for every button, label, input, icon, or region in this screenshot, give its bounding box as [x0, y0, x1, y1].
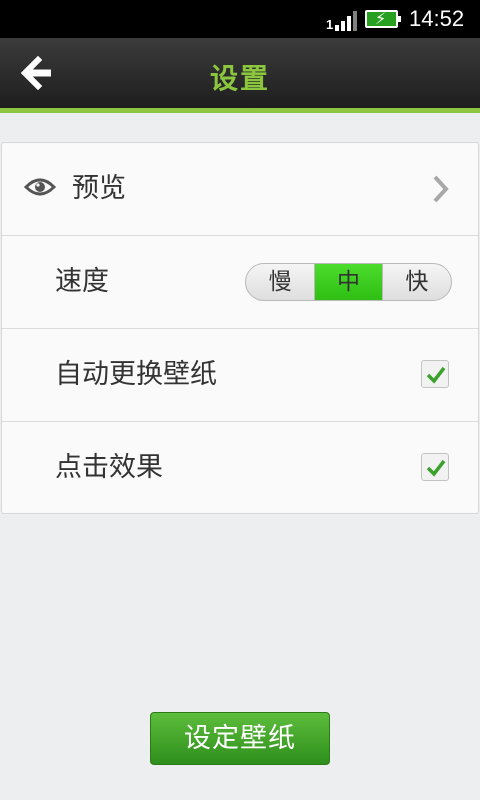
tap-effect-label: 点击效果 — [55, 452, 163, 483]
speed-option-fast[interactable]: 快 — [383, 264, 451, 300]
speed-option-medium[interactable]: 中 — [314, 264, 383, 300]
tap-effect-row[interactable]: 点击效果 — [2, 422, 478, 515]
signal-strength-icon: 1 — [326, 9, 360, 31]
chevron-right-icon — [433, 175, 449, 203]
speed-option-slow[interactable]: 慢 — [246, 264, 314, 300]
eye-icon — [24, 178, 56, 196]
speed-segmented-control: 慢 中 快 — [245, 263, 452, 301]
preview-label: 预览 — [72, 173, 126, 204]
auto-change-checkbox[interactable] — [421, 360, 449, 388]
tap-effect-checkbox[interactable] — [421, 453, 449, 481]
checkmark-icon — [426, 459, 446, 477]
title-bar: 设置 — [0, 38, 480, 108]
settings-list: 预览 速度 慢 中 快 自动更换壁纸 点击效果 — [1, 142, 479, 514]
signal-label: 1 — [326, 17, 334, 32]
preview-row[interactable]: 预览 — [2, 143, 478, 236]
set-wallpaper-button[interactable]: 设定壁纸 — [150, 712, 330, 765]
checkmark-icon — [426, 366, 446, 384]
status-time: 14:52 — [409, 6, 465, 31]
battery-charging-icon: ⚡ — [365, 9, 401, 28]
speed-row: 速度 慢 中 快 — [2, 236, 478, 329]
auto-change-row[interactable]: 自动更换壁纸 — [2, 329, 478, 422]
speed-label: 速度 — [55, 266, 109, 297]
title-accent-line — [0, 108, 480, 113]
status-bar: 1 ⚡ 14:52 — [0, 0, 480, 38]
page-title: 设置 — [209, 62, 270, 95]
auto-change-label: 自动更换壁纸 — [55, 359, 217, 390]
